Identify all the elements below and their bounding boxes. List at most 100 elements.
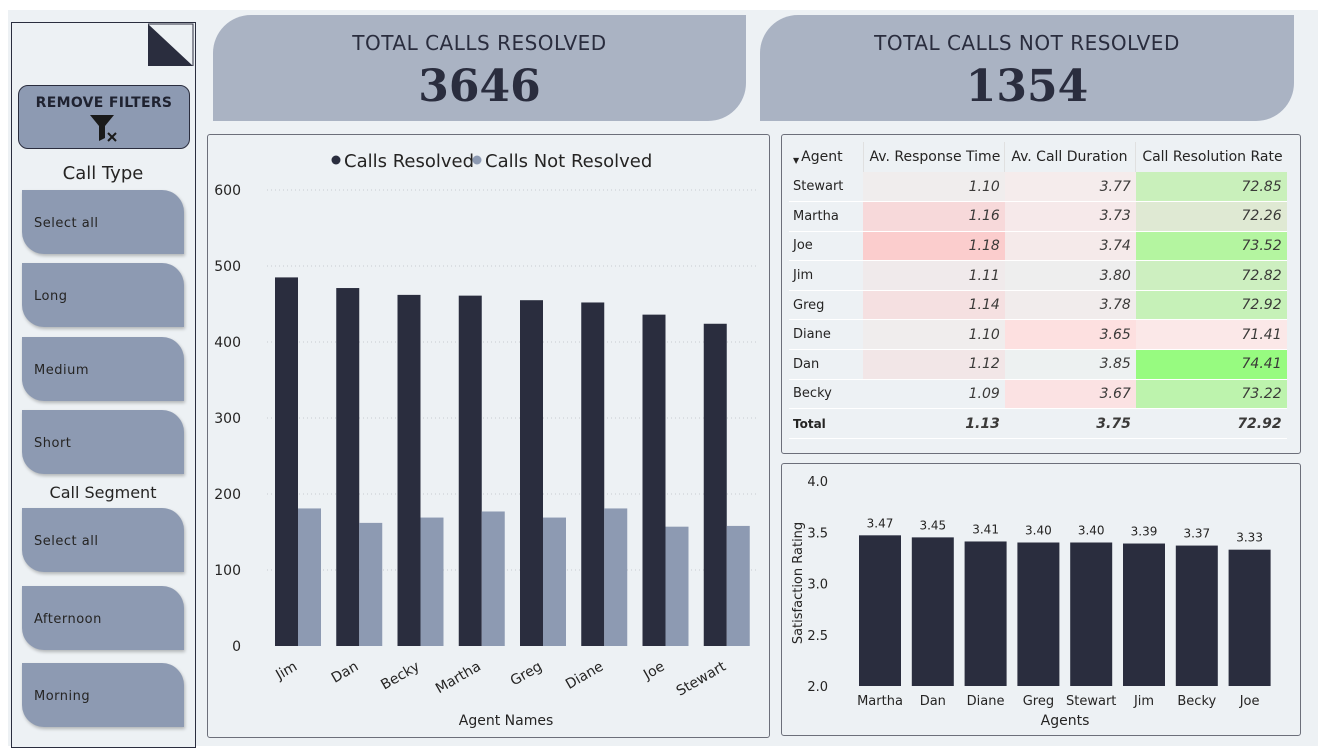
- table-row[interactable]: Martha 1.16 3.73 72.26: [789, 201, 1287, 232]
- x-tick-label: Dan: [329, 659, 361, 687]
- kpi-not-resolved-value: 1354: [965, 61, 1089, 112]
- call-duration-cell: 3.65: [1004, 319, 1136, 351]
- call-type-select-all[interactable]: Select all: [22, 190, 184, 254]
- y-tick-label: 3.5: [807, 526, 828, 541]
- satisfaction-bar: [1123, 543, 1165, 686]
- total-response-cell: 1.13: [863, 408, 1005, 439]
- agent-cell: Jim: [789, 260, 863, 291]
- x-tick-label: Jim: [272, 659, 300, 684]
- bar-calls-not-resolved: [420, 517, 444, 646]
- call-duration-cell: 3.85: [1004, 349, 1136, 380]
- agent-column-header[interactable]: ▼ Agent: [789, 142, 863, 172]
- resolution-rate-cell: 72.82: [1135, 260, 1287, 291]
- kpi-resolved-value: 3646: [418, 61, 541, 112]
- table-total-row: Total 1.13 3.75 72.92: [789, 408, 1287, 439]
- x-tick-label: Diane: [967, 694, 1005, 709]
- resolution-rate-cell: 73.52: [1135, 231, 1287, 262]
- resolution-rate-cell: 72.85: [1135, 172, 1287, 203]
- agent-cell: Diane: [789, 319, 863, 351]
- x-tick-label: Becky: [378, 659, 422, 694]
- response-time-cell: 1.10: [863, 172, 1005, 203]
- y-tick-label: 200: [214, 487, 241, 503]
- resolution-rate-cell: 71.41: [1135, 319, 1287, 351]
- response-time-cell: 1.11: [863, 260, 1005, 291]
- agent-cell: Becky: [789, 379, 863, 410]
- kpi-card-resolved: TOTAL CALLS RESOLVED 3646: [213, 15, 746, 121]
- call-segment-morning[interactable]: Morning: [22, 663, 184, 727]
- call-type-short[interactable]: Short: [22, 410, 184, 474]
- data-label: 3.45: [919, 518, 946, 532]
- resolution-rate-cell: 72.92: [1135, 290, 1287, 321]
- bar-calls-resolved: [397, 294, 421, 646]
- call-duration-header[interactable]: Av. Call Duration: [1004, 142, 1136, 172]
- call-duration-cell: 3.73: [1004, 201, 1136, 232]
- bar-calls-not-resolved: [359, 522, 383, 646]
- response-time-cell: 1.16: [863, 201, 1005, 232]
- remove-filters-label: REMOVE FILTERS: [35, 95, 173, 111]
- satisfaction-bar: [911, 537, 954, 686]
- remove-filters-button[interactable]: REMOVE FILTERS: [18, 85, 190, 149]
- call-duration-cell: 3.78: [1004, 290, 1136, 321]
- kpi-card-not-resolved: TOTAL CALLS NOT RESOLVED 1354: [760, 15, 1294, 121]
- satisfaction-bar: [1228, 549, 1271, 686]
- call-type-long[interactable]: Long: [22, 263, 184, 327]
- response-time-cell: 1.09: [863, 379, 1005, 410]
- kpi-not-resolved-title: TOTAL CALLS NOT RESOLVED: [874, 31, 1180, 55]
- response-time-cell: 1.12: [863, 349, 1005, 380]
- data-label: 3.41: [972, 522, 999, 536]
- table-row[interactable]: Dan 1.12 3.85 74.41: [789, 349, 1287, 380]
- x-tick-label: Greg: [1023, 694, 1054, 709]
- resolution-rate-cell: 72.26: [1135, 201, 1287, 232]
- y-tick-label: 2.5: [807, 629, 828, 644]
- bar-calls-not-resolved: [726, 525, 750, 646]
- legend-label-resolved: Calls Resolved: [344, 151, 474, 172]
- legend-marker-not-resolved: [472, 155, 482, 165]
- y-axis-title: Satisfaction Rating: [791, 522, 806, 644]
- table-row[interactable]: Joe 1.18 3.74 73.52: [789, 231, 1287, 262]
- bar-calls-resolved: [703, 323, 727, 646]
- kpi-resolved-title: TOTAL CALLS RESOLVED: [352, 31, 607, 55]
- agent-cell: Dan: [789, 349, 863, 380]
- bar-calls-not-resolved: [481, 511, 505, 646]
- response-time-cell: 1.10: [863, 319, 1005, 351]
- table-row[interactable]: Diane 1.10 3.65 71.41: [789, 319, 1287, 351]
- response-time-cell: 1.18: [863, 231, 1005, 262]
- call-type-medium[interactable]: Medium: [22, 337, 184, 401]
- y-tick-label: 2.0: [807, 680, 828, 695]
- resolution-rate-cell: 73.22: [1135, 379, 1287, 410]
- y-tick-label: 100: [214, 563, 241, 579]
- data-label: 3.33: [1236, 531, 1263, 545]
- resolution-rate-header[interactable]: Call Resolution Rate: [1135, 142, 1287, 172]
- legend-marker-resolved: [331, 155, 341, 165]
- x-tick-label: Martha: [857, 694, 903, 709]
- bar-calls-not-resolved: [665, 526, 689, 646]
- table-row[interactable]: Becky 1.09 3.67 73.22: [789, 379, 1287, 410]
- data-label: 3.40: [1078, 524, 1105, 538]
- call-segment-afternoon[interactable]: Afternoon: [22, 586, 184, 650]
- bar-calls-resolved: [275, 277, 298, 646]
- table-row[interactable]: Stewart 1.10 3.77 72.85: [789, 172, 1287, 203]
- call-duration-cell: 3.77: [1004, 172, 1136, 203]
- call-segment-select-all[interactable]: Select all: [22, 508, 184, 572]
- bar-calls-resolved: [336, 288, 360, 646]
- x-tick-label: Greg: [508, 659, 545, 690]
- bar-calls-resolved: [642, 314, 666, 646]
- x-tick-label: Joe: [1239, 694, 1260, 709]
- response-time-header[interactable]: Av. Response Time: [862, 142, 1005, 172]
- y-tick-label: 400: [214, 335, 241, 351]
- y-tick-label: 4.0: [807, 475, 828, 490]
- agent-metrics-table: ▼ Agent Av. Response Time Av. Call Durati…: [789, 142, 1287, 439]
- call-duration-cell: 3.80: [1004, 260, 1136, 291]
- x-tick-label: Becky: [1177, 694, 1216, 709]
- y-tick-label: 0: [232, 639, 241, 655]
- response-time-cell: 1.14: [863, 290, 1005, 321]
- data-label: 3.39: [1131, 525, 1158, 539]
- table-row[interactable]: Greg 1.14 3.78 72.92: [789, 290, 1287, 321]
- clear-filter-icon: [90, 115, 117, 142]
- x-tick-label: Diane: [563, 659, 606, 693]
- table-row[interactable]: Jim 1.11 3.80 72.82: [789, 260, 1287, 291]
- y-tick-label: 600: [214, 183, 241, 199]
- bar-calls-resolved: [458, 295, 482, 646]
- total-rate-cell: 72.92: [1135, 408, 1287, 439]
- agent-cell: Joe: [789, 231, 863, 262]
